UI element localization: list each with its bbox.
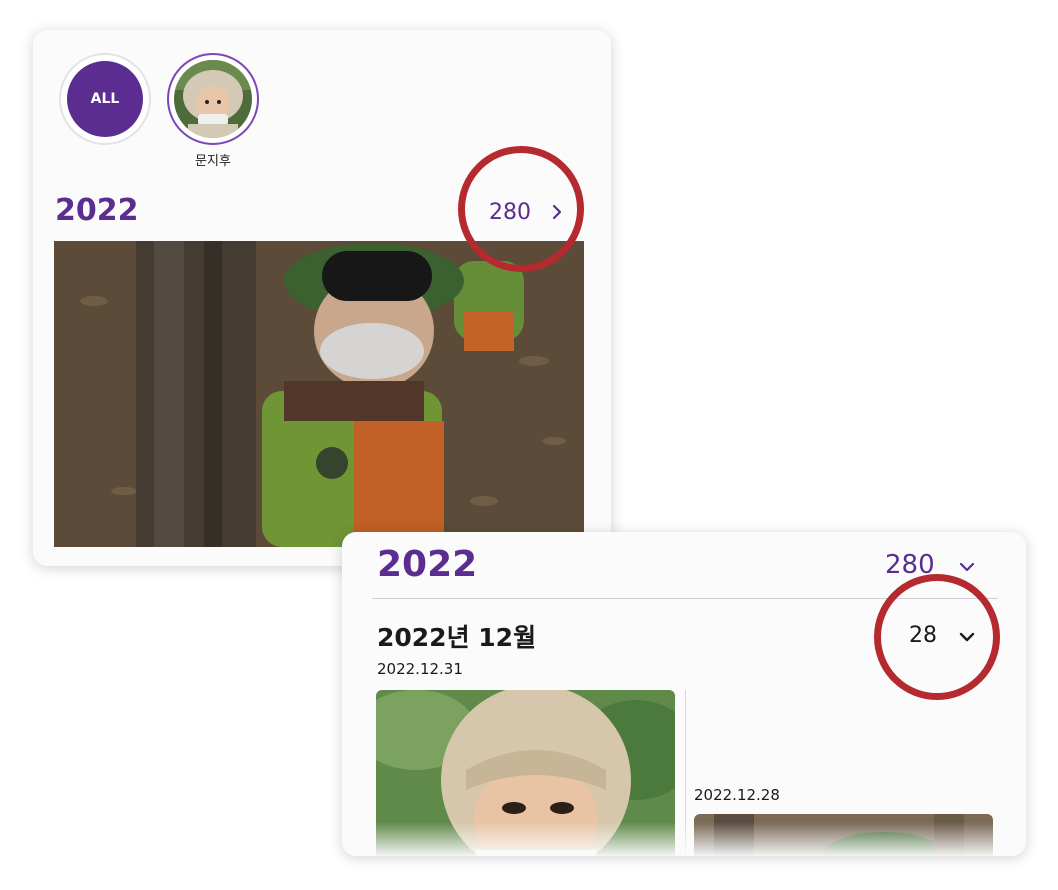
filter-child-chip[interactable] [167,53,259,145]
filter-all-label: ALL [67,61,143,137]
filter-all-chip[interactable]: ALL [59,53,151,145]
highlight-circle [458,146,584,272]
photo-date-label: 2022.12.31 [377,660,463,678]
month-title: 2022년 12월 [377,623,537,652]
chevron-down-icon[interactable] [956,556,978,578]
year-summary-card: ALL 문지후 2022 280 [33,30,611,566]
year-cover-photo[interactable] [54,241,584,547]
child-avatar [174,60,252,138]
highlight-circle [874,574,1000,700]
year-title: 2022 [55,193,139,228]
child-name-label: 문지후 [195,154,231,169]
year-title-expanded: 2022 [377,544,478,585]
photo-date-label: 2022.12.28 [694,786,780,804]
scroll-fade [342,822,1026,856]
